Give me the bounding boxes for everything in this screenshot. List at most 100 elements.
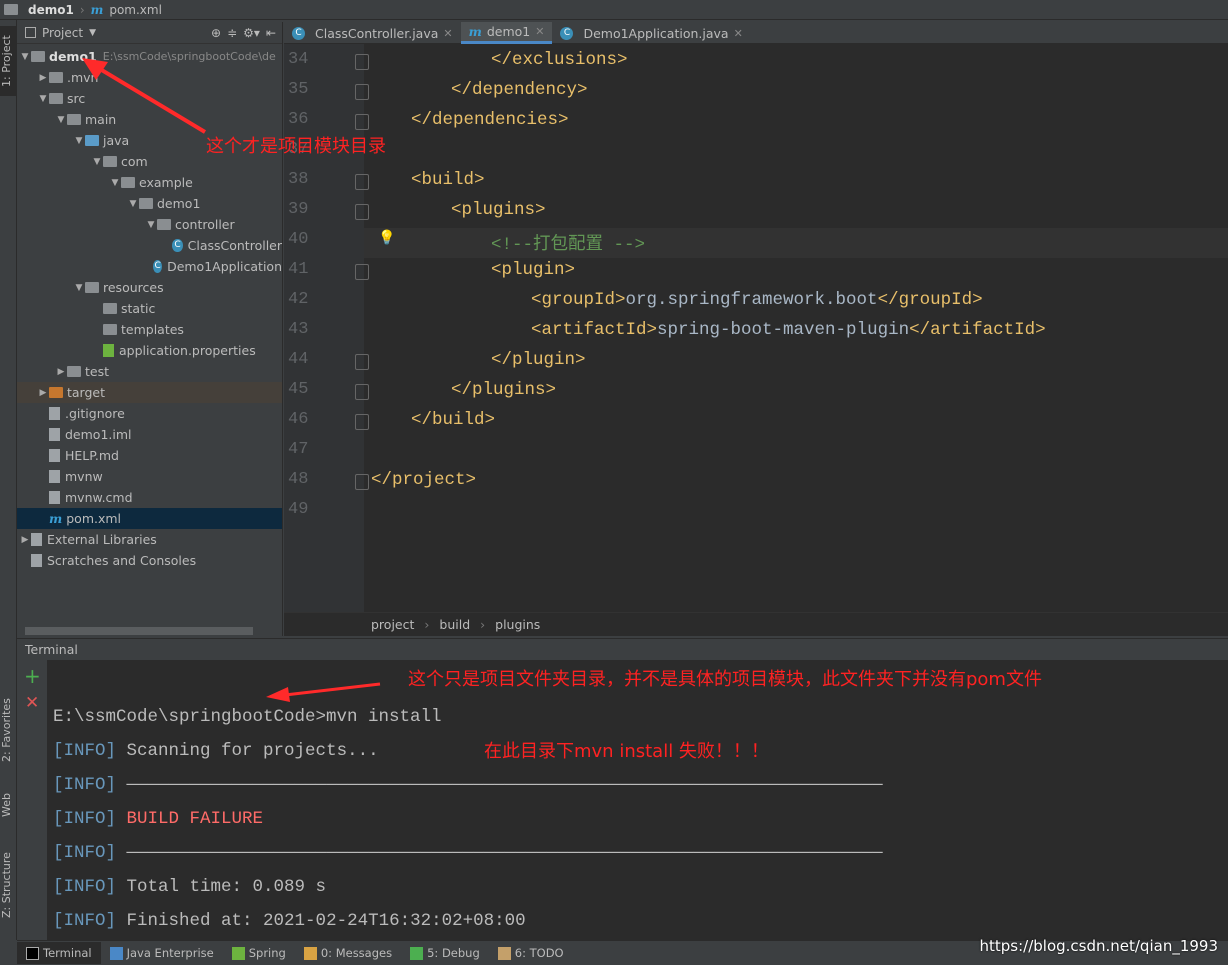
fold-marker-icon[interactable] (355, 84, 369, 100)
horizontal-scrollbar[interactable] (25, 627, 253, 635)
editor-tab[interactable]: m demo1 ✕ (460, 22, 553, 44)
tool-tab-label: 0: Messages (320, 946, 393, 960)
fold-marker-icon[interactable] (355, 114, 369, 130)
tree-item[interactable]: ▶ test (17, 361, 282, 382)
log-level: [INFO] (53, 911, 117, 931)
tab-label: demo1 (486, 24, 531, 39)
fold-marker-icon[interactable] (355, 54, 369, 70)
tree-item[interactable]: application.properties (17, 340, 282, 361)
editor-tabs: C ClassController.java ✕ m demo1 ✕ C Demo1Appli… (284, 22, 1228, 44)
folder-blue-icon (85, 135, 99, 146)
tool-tab-project[interactable]: 1: Project (0, 26, 17, 96)
tree-item[interactable]: C Demo1Application (17, 256, 282, 277)
terminal-output[interactable]: E:\ssmCode\springbootCode>mvn install [IN… (47, 660, 1228, 940)
tree-item[interactable]: HELP.md (17, 445, 282, 466)
chevron-down-icon[interactable]: ▼ (89, 28, 96, 38)
tree-item[interactable]: Scratches and Consoles (17, 550, 282, 571)
tree-item[interactable]: m pom.xml (17, 508, 282, 529)
xml-crumb[interactable]: project (371, 617, 414, 632)
module-icon (4, 4, 18, 15)
tree-item[interactable]: ▼ example (17, 172, 282, 193)
tree-item[interactable]: ▼ demo1 E:\ssmCode\springbootCode\de (17, 46, 282, 67)
tree-item[interactable]: C ClassController (17, 235, 282, 256)
terminal-line: [INFO] —————————————————————————————————… (53, 775, 883, 795)
close-icon[interactable]: ✕ (734, 27, 743, 40)
editor-tab[interactable]: C ClassController.java ✕ (284, 22, 461, 44)
xml-open-tag: <groupId> (531, 290, 626, 310)
terminal-line: [INFO] Total time: 0.089 s (53, 877, 326, 897)
gear-icon[interactable]: ⚙▾ (243, 26, 260, 40)
tool-tab-web[interactable]: Web (0, 785, 17, 825)
tool-tab-spring[interactable]: Spring (223, 942, 295, 964)
expanded-arrow-icon[interactable]: ▼ (127, 199, 139, 209)
xml-crumb[interactable]: plugins (495, 617, 540, 632)
xml-crumb[interactable]: build (439, 617, 470, 632)
tree-item[interactable]: mvnw (17, 466, 282, 487)
expanded-arrow-icon[interactable]: ▼ (73, 136, 85, 146)
fold-marker-icon[interactable] (355, 204, 369, 220)
tree-item[interactable]: ▼ demo1 (17, 193, 282, 214)
tool-tab-favorites[interactable]: 2: Favorites (0, 690, 17, 770)
breadcrumb-file[interactable]: pom.xml (109, 3, 162, 17)
tool-tab-java-enterprise[interactable]: Java Enterprise (101, 942, 223, 964)
scratch-icon (31, 554, 42, 567)
code-line: </build> (411, 410, 496, 430)
tree-item[interactable]: ▼ main (17, 109, 282, 130)
fold-marker-icon[interactable] (355, 384, 369, 400)
collapse-all-icon[interactable]: ≑ (227, 26, 237, 40)
tree-item[interactable]: .gitignore (17, 403, 282, 424)
fold-marker-icon[interactable] (355, 474, 369, 490)
tree-item[interactable]: ▼ resources (17, 277, 282, 298)
tree-item[interactable]: static (17, 298, 282, 319)
bulb-icon[interactable]: 💡 (378, 230, 395, 246)
tree-item[interactable]: demo1.iml (17, 424, 282, 445)
tree-item-label: resources (103, 280, 164, 295)
tree-item[interactable]: ▶ External Libraries (17, 529, 282, 550)
fold-marker-icon[interactable] (355, 264, 369, 280)
terminal-line: [INFO] Finished at: 2021-02-24T16:32:02+… (53, 911, 526, 931)
collapsed-arrow-icon[interactable]: ▶ (55, 367, 67, 377)
collapsed-arrow-icon[interactable]: ▶ (37, 388, 49, 398)
close-icon[interactable]: ✕ (535, 25, 544, 38)
todo-icon (497, 946, 511, 960)
tree-item[interactable]: ▶ target (17, 382, 282, 403)
package-icon (103, 156, 117, 167)
editor-gutter: 34 35 36 37 38 39 40 41 42 43 44 45 46 47 48 49 (284, 44, 369, 612)
tool-tab-label: Java Enterprise (126, 946, 214, 960)
tree-item[interactable]: mvnw.cmd (17, 487, 282, 508)
new-session-icon[interactable]: + (24, 666, 41, 686)
close-icon[interactable]: ✕ (443, 27, 452, 40)
close-session-icon[interactable]: ✕ (25, 693, 39, 713)
fold-marker-icon[interactable] (355, 354, 369, 370)
tree-item-label: src (67, 91, 86, 106)
tree-item[interactable]: ▶ .mvn (17, 67, 282, 88)
tool-tab-debug[interactable]: 5: Debug (401, 942, 489, 964)
collapsed-arrow-icon[interactable]: ▶ (19, 535, 31, 545)
fold-marker-icon[interactable] (355, 414, 369, 430)
hide-panel-icon[interactable]: ⇤ (266, 26, 276, 40)
tool-tab-terminal[interactable]: Terminal (17, 942, 101, 964)
tool-tab-messages[interactable]: 0: Messages (295, 942, 401, 964)
tree-item[interactable]: templates (17, 319, 282, 340)
expanded-arrow-icon[interactable]: ▼ (37, 94, 49, 104)
line-number: 34 (288, 50, 309, 69)
expanded-arrow-icon[interactable]: ▼ (73, 283, 85, 293)
code-line: </dependencies> (411, 110, 569, 130)
project-view-selector[interactable]: Project (42, 26, 83, 40)
breadcrumb-project[interactable]: demo1 (28, 3, 74, 17)
expanded-arrow-icon[interactable]: ▼ (19, 52, 31, 62)
tree-item[interactable]: ▼ controller (17, 214, 282, 235)
collapsed-arrow-icon[interactable]: ▶ (37, 73, 49, 83)
tool-tab-structure[interactable]: Z: Structure (0, 845, 17, 925)
spring-leaf-icon (103, 344, 114, 357)
fold-marker-icon[interactable] (355, 174, 369, 190)
code-line: </dependency> (451, 80, 588, 100)
locate-icon[interactable]: ⊕ (211, 26, 221, 40)
expanded-arrow-icon[interactable]: ▼ (91, 157, 103, 167)
tree-item[interactable]: ▼ src (17, 88, 282, 109)
tool-tab-todo[interactable]: 6: TODO (489, 942, 573, 964)
expanded-arrow-icon[interactable]: ▼ (109, 178, 121, 188)
expanded-arrow-icon[interactable]: ▼ (55, 115, 67, 125)
editor-tab[interactable]: C Demo1Application.java ✕ (552, 22, 750, 44)
expanded-arrow-icon[interactable]: ▼ (145, 220, 157, 230)
